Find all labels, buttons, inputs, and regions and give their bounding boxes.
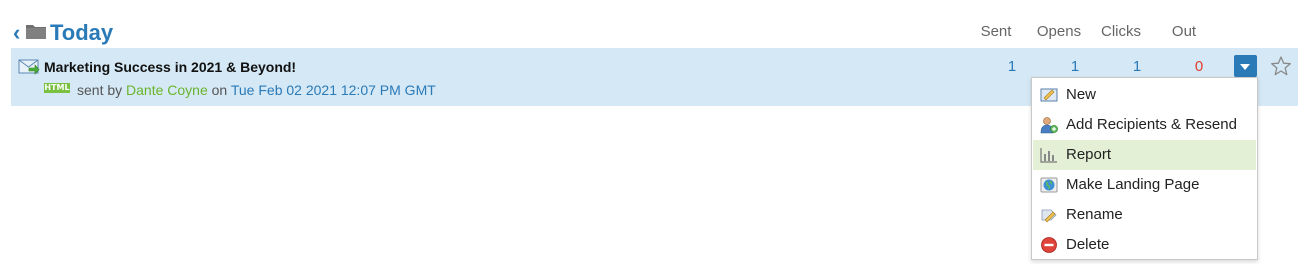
rename-tag-icon <box>1041 209 1057 223</box>
menu-item-label: Add Recipients & Resend <box>1066 116 1237 133</box>
column-header-opens[interactable]: Opens <box>1029 23 1089 41</box>
globe-icon <box>1040 177 1058 193</box>
menu-item-label: New <box>1066 86 1097 103</box>
sent-by-label: sent by <box>77 82 123 98</box>
stat-sent[interactable]: 1 <box>982 58 1042 76</box>
author-link[interactable]: Dante Coyne <box>126 82 208 98</box>
folder-icon <box>26 25 46 39</box>
on-label: on <box>211 82 228 98</box>
actions-dropdown-button[interactable] <box>1234 55 1257 77</box>
stat-clicks[interactable]: 1 <box>1107 58 1167 76</box>
delete-icon <box>1041 237 1057 253</box>
column-header-sent[interactable]: Sent <box>966 23 1026 41</box>
stat-out[interactable]: 0 <box>1169 58 1229 76</box>
menu-item-new[interactable]: New <box>1033 80 1256 110</box>
menu-item-label: Delete <box>1066 236 1110 253</box>
menu-item-add-recipients-resend[interactable]: Add Recipients & Resend <box>1033 110 1256 140</box>
bar-chart-icon <box>1040 148 1057 163</box>
list-header: ‹ Today Sent Opens Clicks Out <box>0 0 1302 48</box>
menu-item-rename[interactable]: Rename <box>1033 200 1256 230</box>
menu-item-label: Report <box>1066 146 1112 163</box>
add-user-icon <box>1040 117 1058 134</box>
actions-menu: New Add Recipients & Resend Report Make … <box>1031 77 1258 260</box>
caret-down-icon <box>1240 64 1250 70</box>
column-header-clicks[interactable]: Clicks <box>1091 23 1151 41</box>
menu-item-make-landing-page[interactable]: Make Landing Page <box>1033 170 1256 200</box>
html-format-badge: HTML <box>44 83 70 93</box>
folder-title[interactable]: Today <box>50 19 113 47</box>
menu-item-report[interactable]: Report <box>1033 140 1256 170</box>
column-header-out[interactable]: Out <box>1154 23 1214 41</box>
menu-item-label: Rename <box>1066 206 1123 223</box>
stat-opens[interactable]: 1 <box>1045 58 1105 76</box>
new-doc-icon <box>1040 88 1058 102</box>
menu-item-delete[interactable]: Delete <box>1033 230 1256 260</box>
sent-date: Tue Feb 02 2021 12:07 PM GMT <box>230 82 436 98</box>
menu-item-label: Make Landing Page <box>1066 176 1200 193</box>
sent-mail-icon <box>18 59 40 75</box>
star-icon[interactable] <box>1270 55 1292 77</box>
message-meta: sent by Dante Coyne on Tue Feb 02 2021 1… <box>77 81 436 99</box>
message-subject[interactable]: Marketing Success in 2021 & Beyond! <box>44 58 296 76</box>
